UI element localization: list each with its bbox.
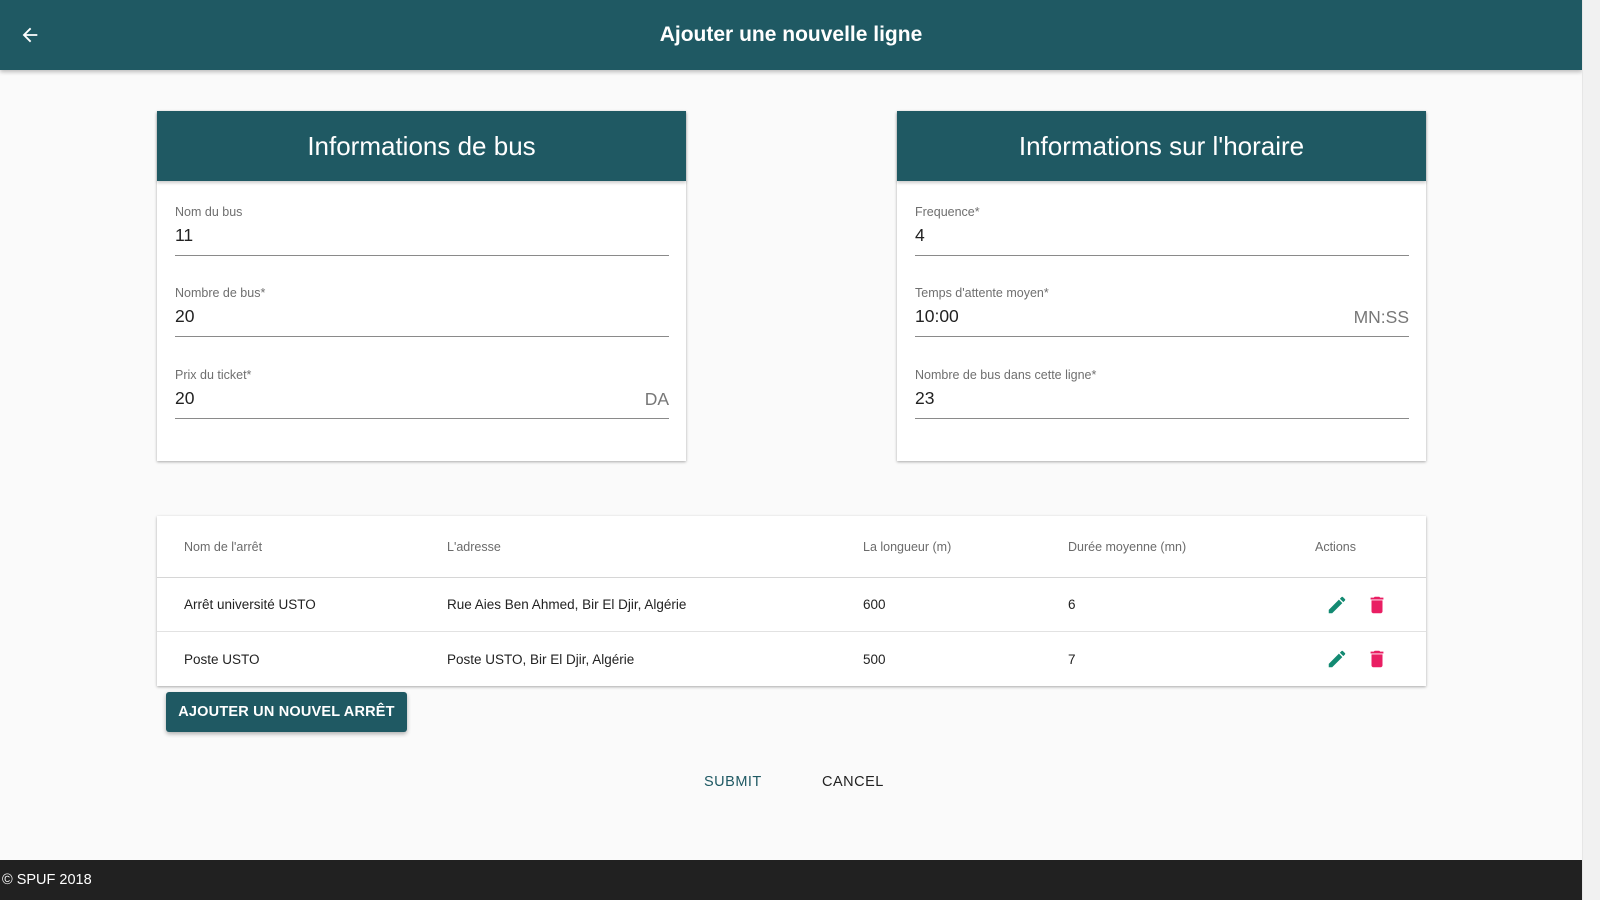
- column-header-address: L'adresse: [447, 539, 501, 554]
- edit-stop-button[interactable]: [1325, 647, 1349, 671]
- bus-info-card-title: Informations de bus: [157, 111, 686, 181]
- arrow-left-icon: [22, 27, 38, 43]
- footer-copyright: © SPUF 2018: [2, 872, 92, 888]
- average-wait-label: Temps d'attente moyen*: [915, 286, 1049, 300]
- bus-name-label: Nom du bus: [175, 205, 243, 219]
- line-bus-count-value[interactable]: 23: [915, 388, 934, 409]
- bus-name-value[interactable]: 11: [175, 225, 193, 246]
- pencil-icon: [1328, 596, 1346, 613]
- footer: © SPUF 2018: [0, 860, 1582, 900]
- table-row: Poste USTO Poste USTO, Bir El Djir, Algé…: [157, 632, 1426, 686]
- delete-stop-button[interactable]: [1365, 647, 1389, 671]
- stop-duration-cell: 6: [1068, 597, 1076, 612]
- column-header-actions: Actions: [1315, 539, 1356, 554]
- pencil-icon: [1328, 650, 1346, 668]
- bus-name-field[interactable]: Nom du bus 11: [175, 205, 669, 256]
- frequency-field[interactable]: Frequence* 4: [915, 205, 1409, 256]
- submit-button[interactable]: SUBMIT: [704, 766, 762, 798]
- frequency-label: Frequence*: [915, 205, 980, 219]
- column-header-stop-name: Nom de l'arrêt: [184, 539, 263, 554]
- stop-name-cell: Poste USTO: [184, 651, 260, 667]
- delete-stop-button[interactable]: [1365, 593, 1389, 617]
- table-row: Arrêt université USTO Rue Aies Ben Ahmed…: [157, 578, 1426, 632]
- schedule-info-card: Informations sur l'horaire Frequence* 4 …: [897, 111, 1426, 461]
- edit-stop-button[interactable]: [1325, 593, 1349, 617]
- line-bus-count-label: Nombre de bus dans cette ligne*: [915, 368, 1097, 382]
- ticket-price-label: Prix du ticket*: [175, 368, 252, 382]
- back-button[interactable]: [12, 17, 48, 53]
- stop-address-cell: Poste USTO, Bir El Djir, Algérie: [447, 651, 635, 667]
- trash-icon: [1370, 596, 1384, 613]
- line-bus-count-field[interactable]: Nombre de bus dans cette ligne* 23: [915, 368, 1409, 419]
- trash-icon: [1370, 650, 1384, 668]
- average-wait-field[interactable]: Temps d'attente moyen* 10:00 MN:SS: [915, 286, 1409, 337]
- ticket-price-suffix: DA: [644, 389, 669, 409]
- average-wait-value[interactable]: 10:00: [915, 306, 959, 327]
- average-wait-suffix: MN:SS: [1353, 307, 1409, 327]
- vertical-scrollbar[interactable]: [1582, 0, 1600, 900]
- top-toolbar: Ajouter une nouvelle ligne: [0, 0, 1582, 70]
- table-header-row: Nom de l'arrêt L'adresse La longueur (m)…: [157, 516, 1426, 578]
- bus-count-label: Nombre de bus*: [175, 286, 266, 300]
- stops-table: Nom de l'arrêt L'adresse La longueur (m)…: [157, 516, 1426, 686]
- row-actions: [1325, 578, 1389, 631]
- schedule-info-card-title: Informations sur l'horaire: [897, 111, 1426, 181]
- stop-duration-cell: 7: [1068, 651, 1076, 667]
- column-header-duration: Durée moyenne (mn): [1068, 539, 1187, 554]
- cancel-button[interactable]: CANCEL: [822, 766, 884, 798]
- stop-address-cell: Rue Aies Ben Ahmed, Bir El Djir, Algérie: [447, 597, 687, 612]
- stop-name-cell: Arrêt université USTO: [184, 597, 316, 612]
- page-title: Ajouter une nouvelle ligne: [659, 23, 923, 46]
- row-actions: [1325, 632, 1389, 686]
- bus-count-value[interactable]: 20: [175, 306, 194, 327]
- ticket-price-field[interactable]: Prix du ticket* 20 DA: [175, 368, 669, 419]
- stop-length-cell: 600: [863, 597, 886, 612]
- column-header-length: La longueur (m): [863, 539, 952, 554]
- page: Ajouter une nouvelle ligne Informations …: [0, 0, 1582, 900]
- stop-length-cell: 500: [863, 651, 886, 667]
- frequency-value[interactable]: 4: [915, 225, 925, 246]
- bus-count-field[interactable]: Nombre de bus* 20: [175, 286, 669, 337]
- ticket-price-value[interactable]: 20: [175, 388, 194, 409]
- bus-info-card: Informations de bus Nom du bus 11 Nombre…: [157, 111, 686, 461]
- add-stop-button[interactable]: AJOUTER UN NOUVEL ARRÊT: [166, 692, 407, 732]
